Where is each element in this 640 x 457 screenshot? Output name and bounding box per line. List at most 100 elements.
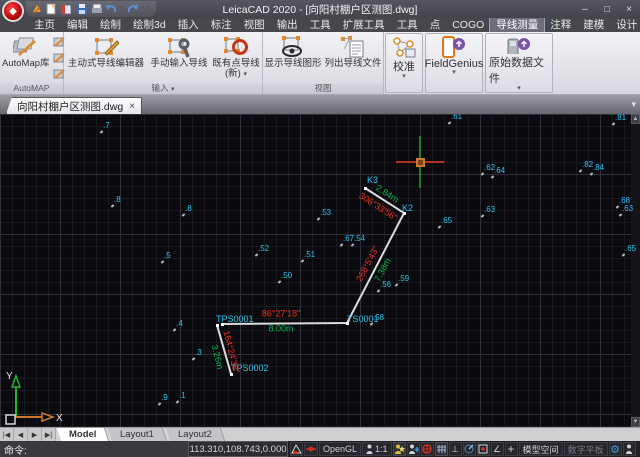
point-marker[interactable]	[182, 213, 186, 216]
point-marker[interactable]	[351, 243, 355, 246]
layout-nav-2[interactable]: ▶	[28, 428, 42, 441]
document-tab-close-icon[interactable]: ×	[129, 101, 135, 112]
point-marker[interactable]	[340, 243, 344, 246]
point-marker[interactable]	[448, 121, 452, 124]
menu-tab-视图[interactable]: 视图	[238, 18, 271, 32]
annotation-add-icon[interactable]	[407, 442, 420, 456]
menu-tab-工具[interactable]: 工具	[391, 18, 424, 32]
point-marker[interactable]	[395, 283, 399, 286]
menu-tab-点[interactable]: 点	[424, 18, 447, 32]
point-marker[interactable]	[438, 225, 442, 228]
calibrate-button[interactable]: 校准 ▾	[385, 33, 423, 93]
fieldgenius-button[interactable]: FieldGenius ▾	[425, 33, 483, 93]
point-marker[interactable]	[590, 172, 594, 175]
fieldgenius-dropdown-icon[interactable]: ▾	[452, 70, 456, 76]
coordinate-display[interactable]: 113.310,108.743,0.000	[188, 441, 288, 457]
point-marker[interactable]	[579, 169, 583, 172]
menu-tab-注释[interactable]: 注释	[544, 18, 577, 32]
point-marker[interactable]	[100, 130, 104, 133]
maximize-button[interactable]: □	[596, 1, 618, 17]
traverse-vertex[interactable]	[364, 187, 367, 190]
command-line[interactable]: 命令:	[0, 441, 188, 457]
rawdata-dropdown-icon[interactable]: ▾	[517, 86, 521, 92]
layout-nav-1[interactable]: ◀	[14, 428, 28, 441]
layout-tab-Layout1[interactable]: Layout1	[108, 428, 167, 441]
point-marker[interactable]	[176, 400, 180, 403]
menu-tab-扩展工具[interactable]: 扩展工具	[337, 18, 391, 32]
point-marker[interactable]	[612, 122, 616, 125]
point-marker[interactable]	[192, 357, 196, 360]
undo-icon[interactable]	[105, 3, 118, 16]
menu-tab-工具[interactable]: 工具	[304, 18, 337, 32]
ortho-icon[interactable]: ⊥	[449, 442, 462, 456]
point-marker[interactable]	[491, 175, 495, 178]
point-marker[interactable]	[616, 205, 620, 208]
list-traverse-file-button[interactable]: 列出导线文件	[323, 32, 383, 83]
tab-overflow-chevron-icon[interactable]: ▾	[631, 99, 636, 110]
existing-points-dropdown-icon[interactable]: ▾	[243, 71, 247, 78]
isometric-drafting-icon[interactable]	[421, 442, 434, 456]
app-logo-icon[interactable]: ◆	[2, 0, 24, 22]
point-marker[interactable]	[278, 280, 282, 283]
point-marker[interactable]	[317, 217, 321, 220]
layout-tab-Layout2[interactable]: Layout2	[166, 428, 225, 441]
menu-tab-绘制[interactable]: 绘制	[94, 18, 127, 32]
undo-dropdown-icon[interactable]: ▾	[120, 6, 124, 12]
menu-tab-主页[interactable]: 主页	[28, 18, 61, 32]
polar-tracking-icon[interactable]	[463, 442, 476, 456]
point-marker[interactable]	[111, 204, 115, 207]
point-marker[interactable]	[481, 214, 485, 217]
angle-tool-icon[interactable]: ∠	[491, 442, 504, 456]
scroll-up-icon[interactable]: ▲	[631, 114, 640, 124]
opengl-badge[interactable]: OpenGL	[319, 442, 361, 456]
menu-tab-建模[interactable]: 建模	[577, 18, 610, 32]
user-icon[interactable]	[623, 442, 636, 456]
menu-tab-插入[interactable]: 插入	[172, 18, 205, 32]
point-marker[interactable]	[173, 328, 177, 331]
layout-nav-3[interactable]: ▶|	[42, 428, 56, 441]
redo-dropdown-icon[interactable]: ▾	[141, 6, 145, 12]
menu-tab-导线测量[interactable]: 导线测量	[490, 18, 544, 32]
point-marker[interactable]	[158, 402, 162, 405]
scroll-down-icon[interactable]: ▼	[631, 417, 640, 427]
calibrate-dropdown-icon[interactable]: ▾	[402, 74, 406, 80]
drawing-canvas[interactable]: Y X ▲ ▼ .7.8.8.5.52.51.50.4.3.9.1.61.62.…	[0, 114, 640, 427]
model-space-button[interactable]: 模型空间	[519, 442, 563, 456]
minimize-button[interactable]: –	[574, 1, 596, 17]
plot-icon[interactable]	[90, 3, 103, 16]
snap-marker-icon[interactable]	[477, 442, 490, 456]
menu-tab-绘制3d[interactable]: 绘制3d	[127, 18, 172, 32]
object-snap-icon[interactable]	[290, 442, 303, 456]
automap-library-button[interactable]: AutoMap库	[0, 32, 52, 83]
view-group-label[interactable]: 视图	[263, 83, 383, 94]
annotation-scale-button[interactable]: 1:1	[362, 442, 392, 456]
automap-group-label[interactable]: AutoMAP	[0, 83, 63, 94]
settings-gear-icon[interactable]: ⚙	[609, 442, 622, 456]
canvas-vscrollbar[interactable]: ▲ ▼	[631, 114, 640, 427]
traverse-editor-button[interactable]: 主动式导线编辑器	[64, 32, 148, 83]
new-file-icon[interactable]	[45, 3, 58, 16]
point-marker[interactable]	[161, 260, 165, 263]
menu-tab-设计[interactable]: 设计	[610, 18, 640, 32]
traverse-line[interactable]	[346, 213, 405, 324]
layout-tab-Model[interactable]: Model	[57, 428, 110, 441]
menu-tab-输出[interactable]: 输出	[271, 18, 304, 32]
redo-icon[interactable]	[126, 3, 139, 16]
rawdata-button[interactable]: 原始数据文件 ▾	[485, 33, 553, 93]
menu-tab-编辑[interactable]: 编辑	[61, 18, 94, 32]
dynamic-constraint-icon[interactable]	[304, 442, 318, 456]
qat-automap-icon[interactable]	[30, 3, 43, 16]
grid-icon[interactable]	[435, 442, 448, 456]
point-marker[interactable]	[255, 253, 259, 256]
crosshair-tool-icon[interactable]: +	[505, 442, 518, 456]
point-marker[interactable]	[619, 213, 623, 216]
existing-points-button[interactable]: 既有点导线 (新) ▾	[210, 32, 262, 83]
point-marker[interactable]	[301, 259, 305, 262]
show-traverse-graphics-button[interactable]: 显示导线图形	[263, 32, 323, 83]
canvas-hscrollbar[interactable]	[223, 428, 640, 441]
qat-menu-icon[interactable]: ▾	[146, 6, 150, 12]
save-icon[interactable]	[75, 3, 88, 16]
point-marker[interactable]	[622, 253, 626, 256]
document-tab[interactable]: 向阳村棚户区测图.dwg ×	[6, 97, 142, 114]
point-marker[interactable]	[377, 289, 381, 292]
